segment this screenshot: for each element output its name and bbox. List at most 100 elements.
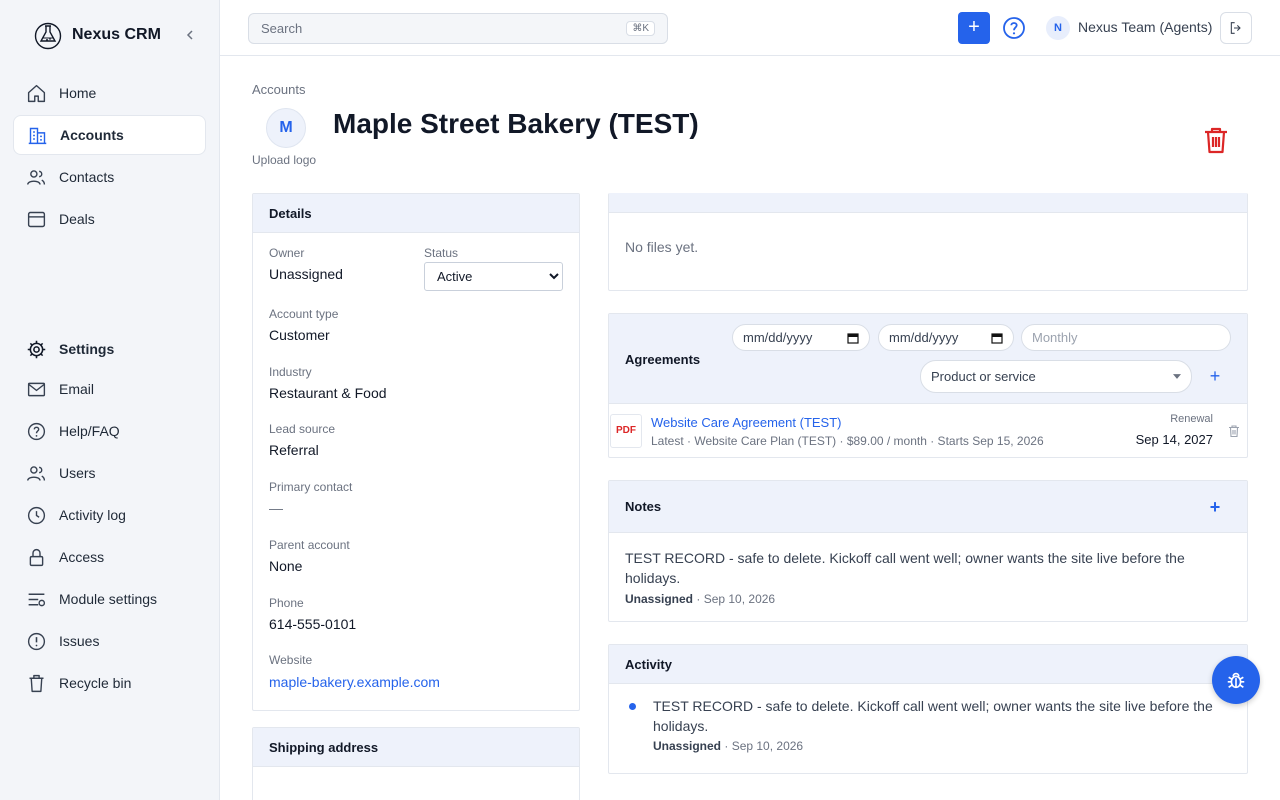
details-card-title: Details — [253, 194, 579, 233]
users-icon — [25, 166, 47, 188]
sliders-icon — [25, 588, 47, 610]
user-name[interactable]: Nexus Team (Agents) — [1078, 19, 1212, 35]
shipping-address-title: Shipping address — [253, 728, 579, 767]
search-shortcut-hint: ⌘K — [626, 21, 655, 36]
add-agreement-button[interactable]: + — [1207, 367, 1223, 385]
notes-header: Notes + — [609, 481, 1247, 533]
logout-button[interactable] — [1220, 12, 1252, 44]
website-label: Website — [269, 653, 313, 667]
add-note-button[interactable]: + — [1207, 498, 1223, 516]
lead-source-label: Lead source — [269, 422, 336, 436]
product-select[interactable]: Product or service — [920, 360, 1192, 393]
sidebar-item-label: Issues — [59, 633, 100, 649]
industry-label: Industry — [269, 365, 312, 379]
sidebar-item-home[interactable]: Home — [13, 73, 206, 113]
caret-down-icon — [1173, 374, 1181, 379]
agreements-card: Agreements mm/dd/yyyy mm/dd/yyyy Product… — [608, 313, 1248, 458]
agreement-meta: Latest · Website Care Plan (TEST) · $89.… — [651, 434, 1044, 448]
quick-add-button[interactable]: + — [958, 12, 990, 44]
start-date-input[interactable]: mm/dd/yyyy — [732, 324, 870, 351]
activity-bullet — [629, 703, 636, 710]
calendar-icon — [991, 332, 1003, 344]
parent-account-value[interactable]: None — [269, 558, 302, 574]
owner-value[interactable]: Unassigned — [269, 266, 343, 282]
sidebar-item-accounts[interactable]: Accounts — [13, 115, 206, 155]
files-empty-state: No files yet. — [625, 239, 699, 255]
sidebar-item-label: Module settings — [59, 591, 158, 607]
primary-contact-label: Primary contact — [269, 480, 353, 494]
mail-icon — [25, 378, 47, 400]
alert-circle-icon — [25, 630, 47, 652]
search-box[interactable]: ⌘K — [248, 13, 668, 44]
sidebar-item-email[interactable]: Email — [13, 369, 206, 409]
search-input[interactable] — [261, 21, 627, 36]
status-select[interactable]: Active — [424, 262, 563, 291]
sidebar-item-label: Email — [59, 381, 95, 397]
agreement-name-link[interactable]: Website Care Agreement (TEST) — [651, 415, 842, 430]
sidebar-item-access[interactable]: Access — [13, 537, 206, 577]
delete-account-button[interactable] — [1200, 124, 1232, 156]
renewal-date: Sep 14, 2027 — [1135, 432, 1213, 447]
note-date: · Sep 10, 2026 — [696, 592, 776, 606]
primary-contact-value[interactable]: — — [269, 500, 283, 516]
trash-icon — [1205, 127, 1227, 154]
frequency-input[interactable] — [1021, 324, 1231, 351]
delete-agreement-button[interactable] — [1227, 424, 1241, 438]
collapse-sidebar-button[interactable] — [182, 27, 198, 43]
activity-meta: Unassigned · Sep 10, 2026 — [653, 739, 803, 753]
end-date-input[interactable]: mm/dd/yyyy — [878, 324, 1014, 351]
sidebar-item-settings[interactable]: Settings — [13, 329, 206, 369]
sidebar-item-module-settings[interactable]: Module settings — [13, 579, 206, 619]
main-content: Accounts M Upload logo Maple Street Bake… — [220, 56, 1280, 800]
help-circle-icon — [25, 420, 47, 442]
agreement-row[interactable]: PDF Website Care Agreement (TEST) Latest… — [609, 405, 1247, 457]
sidebar-item-label: Help/FAQ — [59, 423, 120, 439]
activity-author: Unassigned — [653, 739, 722, 753]
logout-icon — [1230, 22, 1241, 34]
upload-logo-link[interactable]: Upload logo — [252, 153, 316, 167]
sidebar-item-label: Settings — [59, 341, 115, 357]
building-icon — [26, 124, 48, 146]
home-icon — [25, 82, 47, 104]
sidebar-item-issues[interactable]: Issues — [13, 621, 206, 661]
pdf-file-icon: PDF — [610, 414, 642, 448]
trash-icon — [25, 672, 47, 694]
agreements-title: Agreements — [625, 352, 701, 367]
calendar-icon — [847, 332, 859, 344]
avatar[interactable]: N — [1046, 16, 1070, 40]
app-name: Nexus CRM — [72, 26, 161, 43]
trash-icon — [1229, 425, 1239, 438]
gear-icon — [25, 338, 47, 360]
status-label: Status — [424, 246, 459, 260]
page-title: Maple Street Bakery (TEST) — [333, 108, 699, 139]
sidebar-item-deals[interactable]: Deals — [13, 199, 206, 239]
end-date-placeholder: mm/dd/yyyy — [889, 330, 959, 345]
industry-value[interactable]: Restaurant & Food — [269, 385, 387, 401]
sidebar-item-help[interactable]: Help/FAQ — [13, 411, 206, 451]
report-bug-button[interactable] — [1212, 656, 1260, 704]
website-link[interactable]: maple-bakery.example.com — [269, 674, 440, 690]
sidebar-item-activity-log[interactable]: Activity log — [13, 495, 206, 535]
phone-value[interactable]: 614-555-0101 — [269, 616, 356, 632]
lead-source-value[interactable]: Referral — [269, 442, 319, 458]
wallet-icon — [25, 208, 47, 230]
breadcrumb[interactable]: Accounts — [252, 82, 305, 97]
activity-title: Activity — [609, 645, 1247, 684]
account-logo-placeholder[interactable]: M — [266, 108, 306, 148]
help-icon[interactable] — [1002, 16, 1026, 40]
brand[interactable]: Nexus CRM — [34, 20, 161, 50]
sidebar-item-contacts[interactable]: Contacts — [13, 157, 206, 197]
users-icon — [25, 462, 47, 484]
sidebar-item-label: Access — [59, 549, 105, 565]
sidebar-item-label: Activity log — [59, 507, 126, 523]
topbar: ⌘K + N Nexus Team (Agents) — [220, 0, 1280, 56]
note-author: Unassigned — [625, 592, 694, 606]
clock-icon — [25, 504, 47, 526]
note-text: TEST RECORD - safe to delete. Kickoff ca… — [625, 550, 1185, 586]
sidebar-item-label: Users — [59, 465, 96, 481]
flask-logo-icon — [34, 20, 62, 50]
phone-label: Phone — [269, 596, 304, 610]
sidebar-item-recycle-bin[interactable]: Recycle bin — [13, 663, 206, 703]
sidebar-item-users[interactable]: Users — [13, 453, 206, 493]
account-type-value[interactable]: Customer — [269, 327, 330, 343]
